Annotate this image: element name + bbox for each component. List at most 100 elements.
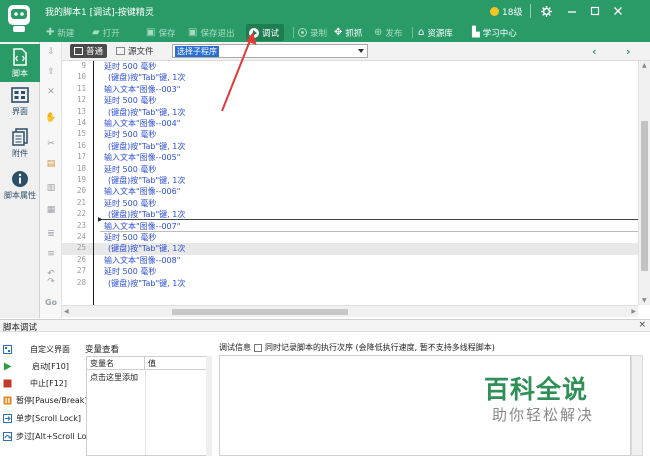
comment-icon[interactable]: ▥ xyxy=(45,182,57,194)
code-line[interactable]: 9 延时 500 毫秒 xyxy=(62,61,638,73)
step-over-icon xyxy=(3,431,12,441)
line-number: 20 xyxy=(76,186,86,196)
interface-icon xyxy=(11,87,29,103)
vip-badge[interactable]: 18级 xyxy=(486,4,526,18)
window-title: 我的脚本1 [调试]-按键精灵 xyxy=(45,8,154,18)
code-line[interactable]: 21 延时 500 毫秒 xyxy=(62,198,638,210)
code-line[interactable]: 20 输入文本"图像--006" xyxy=(62,186,638,198)
code-line[interactable]: 18 延时 500 毫秒 xyxy=(62,164,638,176)
record-button[interactable]: 录制 xyxy=(298,25,327,40)
close-icon[interactable]: × xyxy=(638,320,646,330)
folder-open-icon: ▰ xyxy=(92,27,100,38)
pause-button[interactable]: 暂停[Pause/Break] xyxy=(3,392,88,408)
debug-info-row: 调试信息 同时记录脚本的执行次序 (会降低执行速度, 暂不支持多线程脚本) xyxy=(219,342,495,353)
paste-icon[interactable]: ▤ xyxy=(45,158,57,170)
column-divider xyxy=(145,370,146,455)
code-line[interactable]: 26 输入文本"图像--008" xyxy=(62,255,638,267)
code-line[interactable]: 19 (键盘)按"Tab"键, 1次 xyxy=(62,175,638,187)
scroll-up-icon[interactable]: ▲ xyxy=(642,62,647,69)
vertical-scrollbar[interactable]: ▲ ▼ xyxy=(638,61,650,305)
code-line[interactable]: 24 延时 500 毫秒 xyxy=(62,232,638,244)
move-down-icon[interactable]: ⇩ xyxy=(45,46,57,58)
code-line[interactable]: 10 (键盘)按"Tab"键, 1次 xyxy=(62,72,638,84)
move-up-icon[interactable]: ⇧ xyxy=(45,66,57,78)
custom-ui-button[interactable]: 自定义界面 xyxy=(3,341,81,357)
stop-button[interactable]: 中止[F12] xyxy=(3,375,81,391)
code-line[interactable]: 14 输入文本"图像--004" xyxy=(62,118,638,130)
variable-table-scrollbar[interactable] xyxy=(206,356,212,456)
scrollbar-thumb[interactable] xyxy=(172,309,348,315)
nav-item-attachment[interactable]: 附件 xyxy=(0,124,40,162)
open-button[interactable]: ▰ 打开 xyxy=(92,25,120,40)
source-view-tab[interactable]: 源文件 xyxy=(112,44,158,58)
save-exit-button[interactable]: ▣ 保存退出 xyxy=(188,25,234,40)
grab-button[interactable]: ✥ 抓抓 xyxy=(334,25,362,40)
code-text: 延时 500 毫秒 xyxy=(104,130,157,140)
step-over-button[interactable]: 步过[Alt+Scroll Lock] xyxy=(3,428,99,444)
toolbar-divider xyxy=(293,27,294,38)
scroll-right-icon[interactable]: ▶ xyxy=(631,308,636,315)
code-line[interactable]: 15 延时 500 毫秒 xyxy=(62,129,638,141)
code-line[interactable]: 25 (键盘)按"Tab"键, 1次 xyxy=(62,243,638,255)
line-number: 24 xyxy=(76,232,86,241)
line-number: 11 xyxy=(76,83,86,93)
close-icon[interactable] xyxy=(611,4,625,18)
code-text: (键盘)按"Tab"键, 1次 xyxy=(108,278,186,288)
scrollbar-thumb[interactable] xyxy=(641,121,648,271)
code-text: 输入文本"图像--008" xyxy=(104,255,181,265)
outdent-icon[interactable]: ≡ xyxy=(45,248,57,260)
script-icon xyxy=(13,48,27,66)
code-text: (键盘)按"Tab"键, 1次 xyxy=(108,244,186,254)
scroll-down-icon[interactable]: ▼ xyxy=(642,297,647,304)
line-number: 16 xyxy=(76,140,86,150)
scroll-left-icon[interactable]: ◀ xyxy=(64,308,69,315)
code-line[interactable]: 11 输入文本"图像--003" xyxy=(62,84,638,96)
start-button[interactable]: 启动[F10] xyxy=(3,358,81,374)
indent-icon[interactable]: ≣ xyxy=(45,228,57,240)
maximize-icon[interactable] xyxy=(588,4,602,18)
subroutine-select[interactable]: 选择子程序 xyxy=(172,44,368,58)
settings-icon[interactable] xyxy=(539,4,553,18)
hand-icon[interactable]: ✋ xyxy=(45,112,57,124)
redo-icon[interactable]: ↷ xyxy=(45,276,57,288)
code-line[interactable]: 17 输入文本"图像--005" xyxy=(62,152,638,164)
delete-icon[interactable]: ✕ xyxy=(45,86,57,98)
source-file-icon xyxy=(116,47,125,55)
new-button[interactable]: ✚ 新建 xyxy=(46,25,74,40)
prev-arrow-icon[interactable]: ‹ xyxy=(592,45,597,58)
minimize-icon[interactable] xyxy=(565,4,579,18)
start-icon xyxy=(4,362,12,370)
line-number: 10 xyxy=(76,72,86,82)
horizontal-scrollbar[interactable]: ◀ ▶ xyxy=(62,305,638,317)
coin-icon xyxy=(490,6,499,16)
debug-info-scrollbar[interactable] xyxy=(631,355,643,456)
nav-label: 脚本 xyxy=(12,69,28,78)
normal-view-tab[interactable]: 普通 xyxy=(70,44,108,58)
cut-icon[interactable]: ✂ xyxy=(45,138,57,150)
code-line[interactable]: 28 (键盘)按"Tab"键, 1次 xyxy=(62,278,638,290)
line-number: 19 xyxy=(76,175,86,184)
code-line[interactable]: 27 延时 500 毫秒 xyxy=(62,266,638,278)
save-button[interactable]: ▣ 保存 xyxy=(146,25,175,40)
nav-item-script-properties[interactable]: 脚本属性 xyxy=(0,166,40,204)
uncomment-icon[interactable]: ▦ xyxy=(45,204,57,216)
publish-button[interactable]: ⊕ 发布 xyxy=(374,25,402,40)
goto-icon[interactable]: Go xyxy=(45,296,57,308)
nav-item-script[interactable]: 脚本 xyxy=(0,44,40,82)
add-variable-link[interactable]: 点击这里添加 xyxy=(90,372,138,383)
record-order-checkbox[interactable] xyxy=(254,343,262,352)
code-line[interactable]: 16 (键盘)按"Tab"键, 1次 xyxy=(62,141,638,153)
info-icon xyxy=(12,171,28,187)
current-line-marker-icon: ▶ xyxy=(98,216,103,223)
debug-button[interactable]: 调试 xyxy=(246,24,285,41)
stop-icon xyxy=(3,379,12,387)
code-line[interactable]: 12 延时 500 毫秒 xyxy=(62,95,638,107)
code-line[interactable]: 13 (键盘)按"Tab"键, 1次 xyxy=(62,107,638,119)
nav-item-interface[interactable]: 界面 xyxy=(0,82,40,120)
next-arrow-icon[interactable]: › xyxy=(626,45,631,58)
step-button[interactable]: 单步[Scroll Lock] xyxy=(3,410,81,426)
resource-library-button[interactable]: ⌂ 资源库 xyxy=(418,25,453,40)
code-editor[interactable]: 9 延时 500 毫秒 10 (键盘)按"Tab"键, 1次 11 输入文本"图像--00… xyxy=(62,61,638,305)
line-number: 15 xyxy=(76,129,86,139)
learning-center-button[interactable]: ▙ 学习中心 xyxy=(472,25,517,40)
